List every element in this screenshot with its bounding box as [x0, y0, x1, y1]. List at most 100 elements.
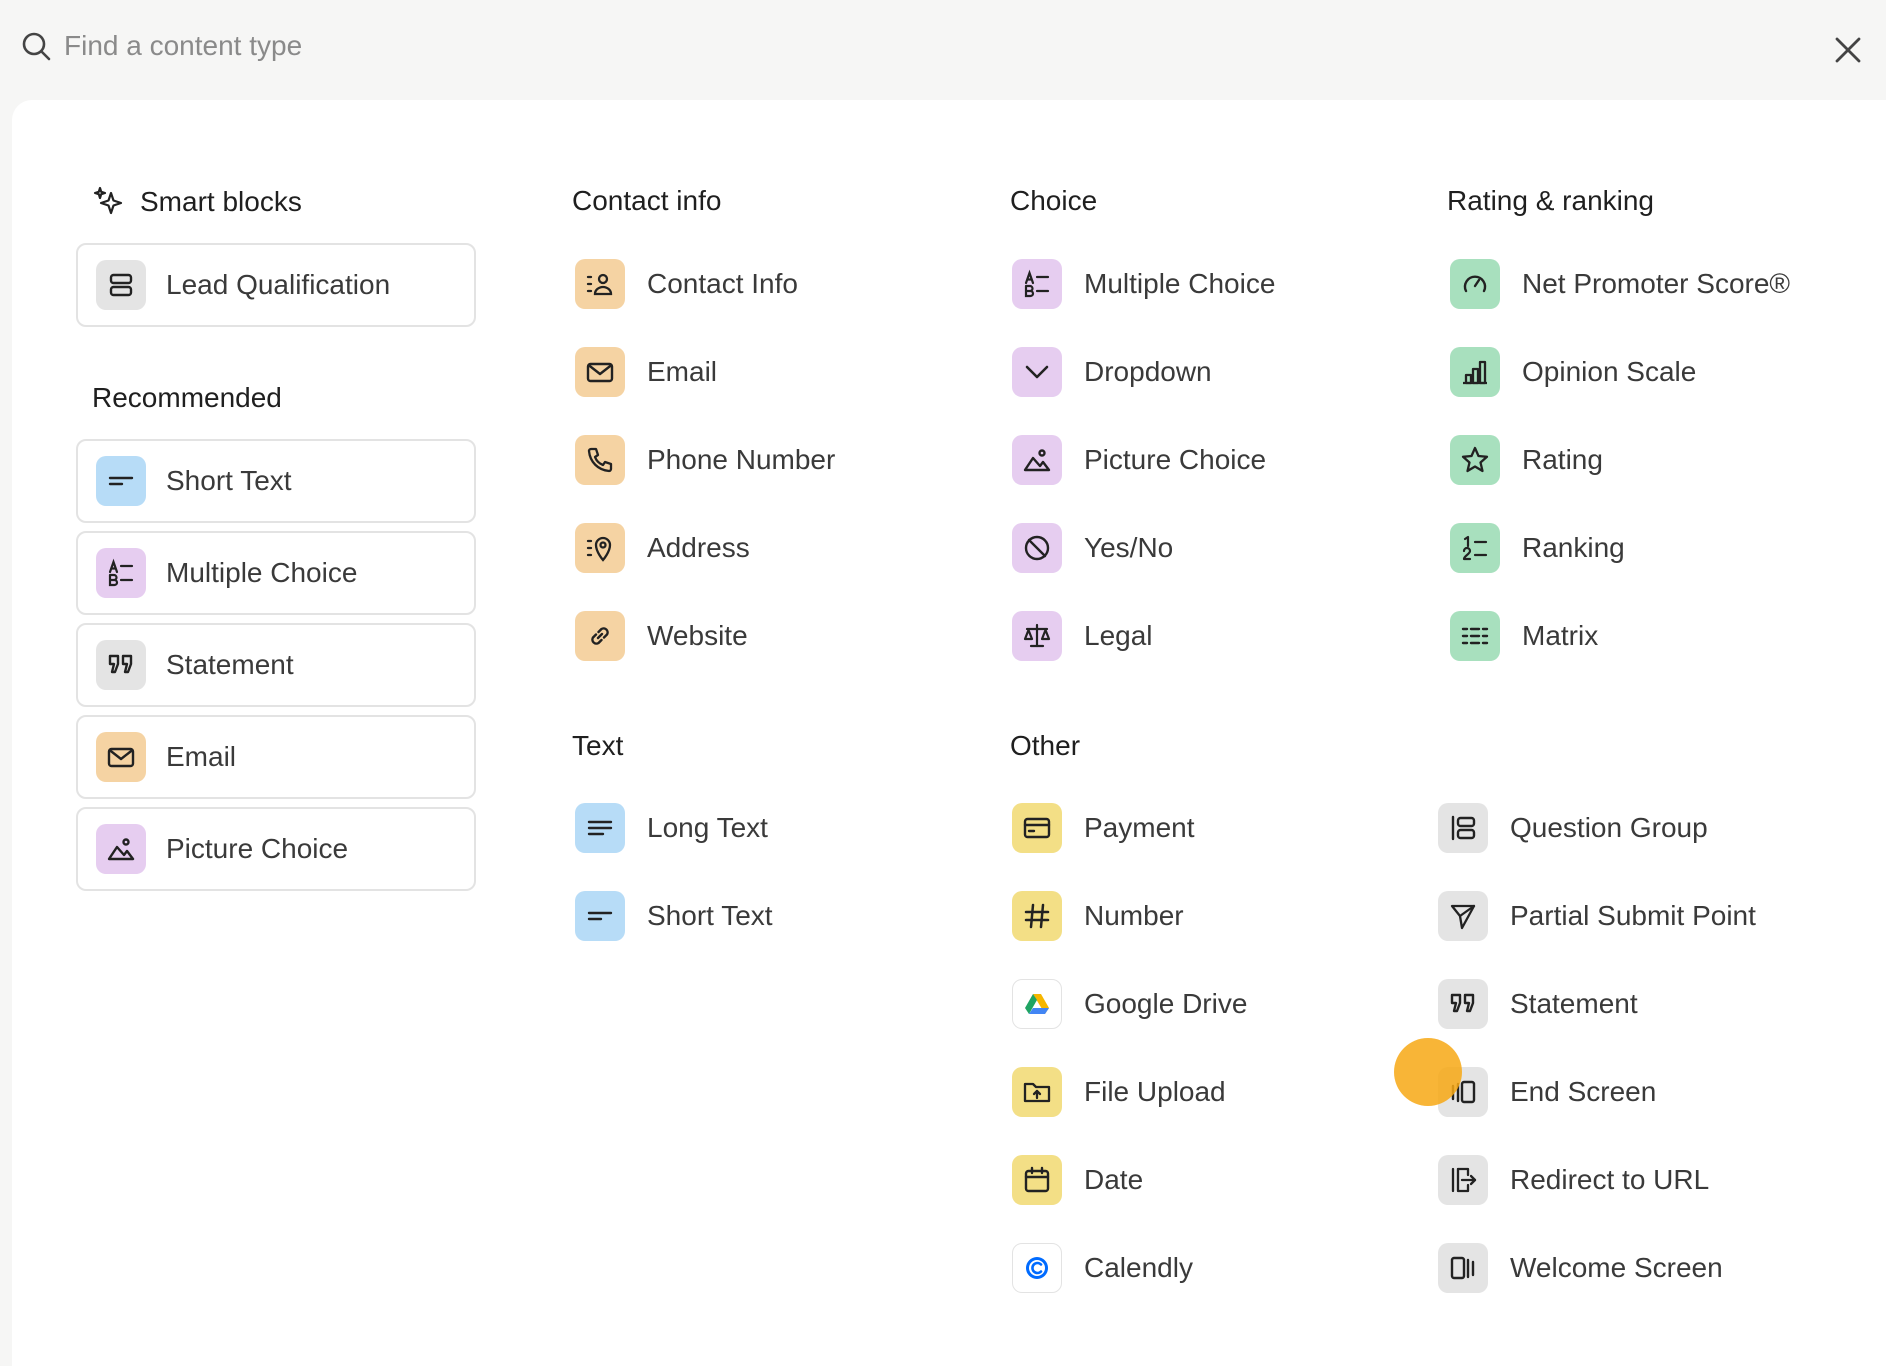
item-label: Phone Number: [647, 444, 836, 475]
quote-icon: [96, 640, 146, 690]
close-icon[interactable]: [1828, 30, 1868, 70]
gauge-icon: [1450, 259, 1500, 309]
long-text-item[interactable]: Long Text: [575, 800, 768, 856]
recommended-statement[interactable]: Statement: [76, 623, 476, 707]
credit-card-icon: [1012, 803, 1062, 853]
multiple-choice-icon: [96, 548, 146, 598]
item-label: Calendly: [1084, 1252, 1193, 1283]
website-item[interactable]: Website: [575, 608, 748, 664]
choice-heading-text: Choice: [1010, 185, 1098, 216]
end-screen-item[interactable]: End Screen: [1438, 1064, 1656, 1120]
redirect-icon: [1438, 1155, 1488, 1205]
item-label: Short Text: [647, 900, 773, 931]
hash-icon: [1012, 891, 1062, 941]
short-text-item[interactable]: Short Text: [575, 888, 773, 944]
smart-blocks-heading-text: Smart blocks: [140, 186, 302, 217]
dropdown-item[interactable]: Dropdown: [1012, 344, 1212, 400]
ranking-icon: [1450, 523, 1500, 573]
opinion-scale-item[interactable]: Opinion Scale: [1450, 344, 1696, 400]
question-group-item[interactable]: Question Group: [1438, 800, 1708, 856]
card-label: Short Text: [166, 465, 292, 496]
multiple-choice-icon: [1012, 259, 1062, 309]
other-heading-text: Other: [1010, 730, 1081, 761]
phone-number-item[interactable]: Phone Number: [575, 432, 835, 488]
item-label: Question Group: [1510, 812, 1708, 843]
google-drive-item[interactable]: Google Drive: [1012, 976, 1247, 1032]
file-upload-item[interactable]: File Upload: [1012, 1064, 1226, 1120]
sparkle-icon: [93, 186, 123, 215]
chevron-down-icon: [1012, 347, 1062, 397]
date-item[interactable]: Date: [1012, 1152, 1143, 1208]
picture-choice-item[interactable]: Picture Choice: [1012, 432, 1266, 488]
matrix-item[interactable]: Matrix: [1450, 608, 1598, 664]
nps-item[interactable]: Net Promoter Score®: [1450, 256, 1790, 312]
recommended-picture-choice[interactable]: Picture Choice: [76, 807, 476, 891]
payment-item[interactable]: Payment: [1012, 800, 1195, 856]
item-label: Number: [1084, 900, 1184, 931]
recommended-short-text[interactable]: Short Text: [76, 439, 476, 523]
contact-info-item[interactable]: Contact Info: [575, 256, 798, 312]
item-label: Ranking: [1522, 532, 1625, 563]
welcome-screen-item[interactable]: Welcome Screen: [1438, 1240, 1723, 1296]
other-heading: Other: [1010, 730, 1080, 762]
recommended-multiple-choice[interactable]: Multiple Choice: [76, 531, 476, 615]
scales-icon: [1012, 611, 1062, 661]
envelope-icon: [96, 732, 146, 782]
item-label: File Upload: [1084, 1076, 1226, 1107]
item-label: Rating: [1522, 444, 1603, 475]
statement-item[interactable]: Statement: [1438, 976, 1638, 1032]
legal-item[interactable]: Legal: [1012, 608, 1153, 664]
email-item[interactable]: Email: [575, 344, 717, 400]
smart-block-lead-qualification[interactable]: Lead Qualification: [76, 243, 476, 327]
text-heading-text: Text: [572, 730, 624, 761]
search-icon: [22, 32, 51, 61]
rating-ranking-heading: Rating & ranking: [1447, 185, 1654, 217]
card-label: Lead Qualification: [166, 269, 391, 300]
recommended-email[interactable]: Email: [76, 715, 476, 799]
partial-submit-point-item[interactable]: Partial Submit Point: [1438, 888, 1756, 944]
contact-info-heading: Contact info: [572, 185, 721, 217]
card-label: Multiple Choice: [166, 557, 358, 588]
card-label: Picture Choice: [166, 833, 349, 864]
choice-heading: Choice: [1010, 185, 1097, 217]
google-drive-icon: [1012, 979, 1062, 1029]
welcome-screen-icon: [1438, 1243, 1488, 1293]
address-item[interactable]: Address: [575, 520, 750, 576]
redirect-to-url-item[interactable]: Redirect to URL: [1438, 1152, 1709, 1208]
picture-icon: [1012, 435, 1062, 485]
item-label: Welcome Screen: [1510, 1252, 1723, 1283]
yes-no-item[interactable]: Yes/No: [1012, 520, 1173, 576]
item-label: Opinion Scale: [1522, 356, 1697, 387]
star-icon: [1450, 435, 1500, 485]
card-label: Statement: [166, 649, 294, 680]
rating-item[interactable]: Rating: [1450, 432, 1603, 488]
item-label: Email: [647, 356, 718, 387]
calendar-icon: [1012, 1155, 1062, 1205]
item-label: Multiple Choice: [1084, 268, 1276, 299]
search-input[interactable]: [64, 24, 1764, 68]
smart-blocks-heading: Smart blocks: [92, 185, 302, 219]
ranking-item[interactable]: Ranking: [1450, 520, 1625, 576]
item-label: Statement: [1510, 988, 1638, 1019]
recommended-heading-text: Recommended: [92, 382, 282, 413]
card-label: Email: [166, 741, 237, 772]
calendly-icon: [1012, 1243, 1062, 1293]
item-label: Long Text: [647, 812, 768, 843]
calendly-item[interactable]: Calendly: [1012, 1240, 1193, 1296]
matrix-icon: [1450, 611, 1500, 661]
item-label: Yes/No: [1084, 532, 1174, 563]
search-bar: [0, 0, 1886, 92]
multiple-choice-item[interactable]: Multiple Choice: [1012, 256, 1275, 312]
picture-icon: [96, 824, 146, 874]
item-label: Net Promoter Score®: [1522, 268, 1791, 299]
item-label: Dropdown: [1084, 356, 1212, 387]
item-label: Payment: [1084, 812, 1195, 843]
send-icon: [1438, 891, 1488, 941]
long-text-icon: [575, 803, 625, 853]
link-icon: [575, 611, 625, 661]
item-label: Google Drive: [1084, 988, 1248, 1019]
location-pin-icon: [575, 523, 625, 573]
text-heading: Text: [572, 730, 623, 762]
number-item[interactable]: Number: [1012, 888, 1184, 944]
question-group-icon: [1438, 803, 1488, 853]
